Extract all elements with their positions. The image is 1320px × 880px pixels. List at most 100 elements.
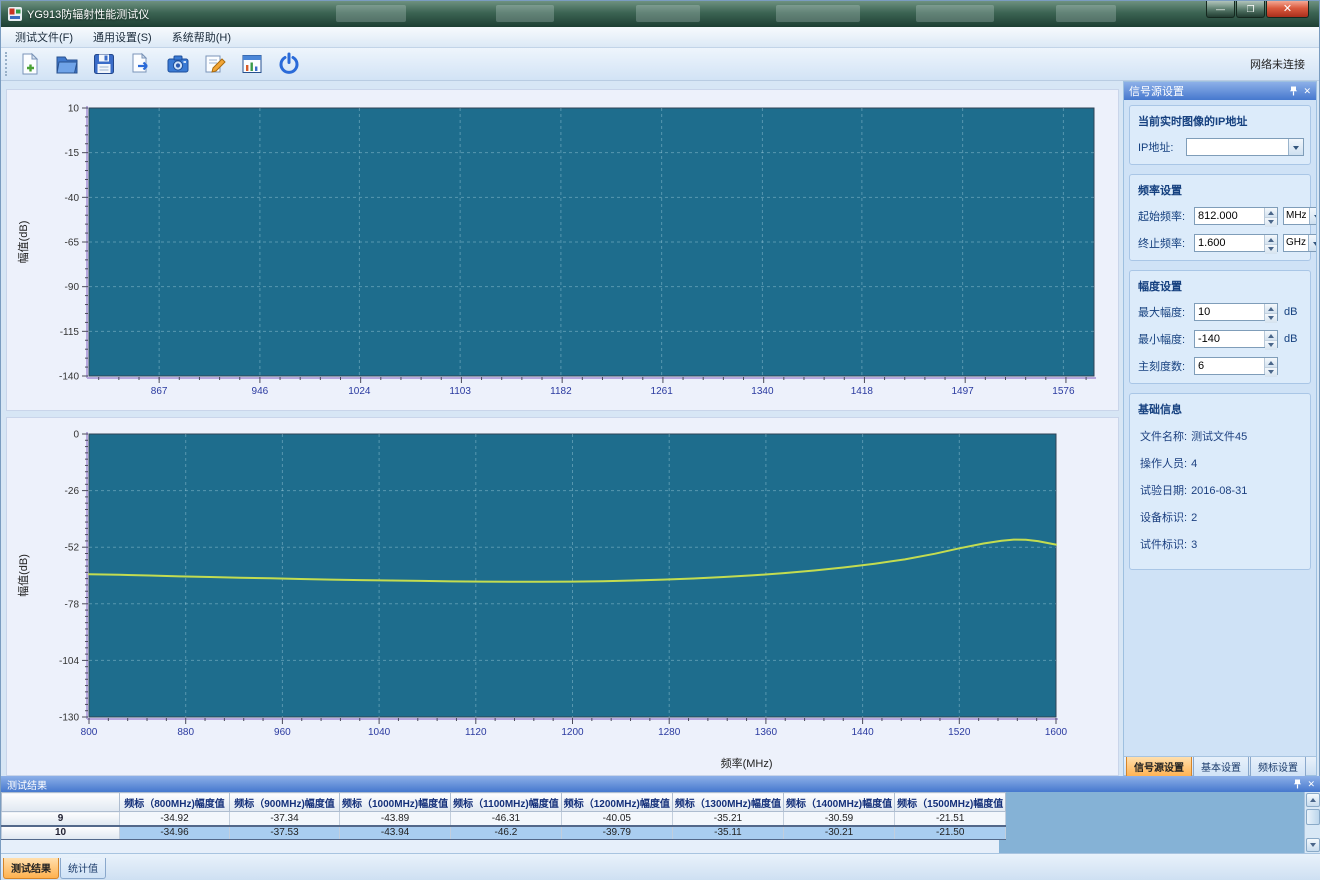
table-cell[interactable]: -46.2 <box>451 826 562 840</box>
table-cell[interactable]: -40.05 <box>561 812 672 826</box>
tab-statistics[interactable]: 统计值 <box>60 858 106 879</box>
svg-text:946: 946 <box>252 386 269 397</box>
menu-general-settings[interactable]: 通用设置(S) <box>83 26 162 48</box>
column-header[interactable]: 频标（1500MHz)幅度值 <box>895 793 1006 812</box>
tab-marker-settings[interactable]: 频标设置 <box>1250 757 1306 778</box>
toolbar: 网络未连接 <box>1 48 1319 81</box>
menu-test-file[interactable]: 测试文件(F) <box>5 26 83 48</box>
table-cell[interactable]: -34.92 <box>120 812 230 826</box>
row-number[interactable]: 9 <box>2 812 120 826</box>
start-frequency-input[interactable]: 812.000 <box>1194 207 1278 225</box>
svg-text:1280: 1280 <box>658 727 681 738</box>
results-scrollbar[interactable] <box>1304 792 1320 853</box>
table-cell[interactable]: -35.11 <box>672 826 783 840</box>
column-header[interactable]: 频标（1100MHz)幅度值 <box>451 793 562 812</box>
edit-report-button[interactable] <box>198 49 232 79</box>
frequency-group-title: 频率设置 <box>1138 182 1304 198</box>
chevron-down-icon[interactable] <box>1309 208 1316 224</box>
menu-system-help[interactable]: 系统帮助(H) <box>162 26 241 48</box>
column-header[interactable]: 频标（1000MHz)幅度值 <box>340 793 451 812</box>
maximize-button[interactable]: ❐ <box>1236 1 1265 18</box>
table-row[interactable]: 9-34.92-37.34-43.89-46.31-40.05-35.21-30… <box>2 812 1006 826</box>
pin-icon[interactable] <box>1293 779 1302 789</box>
svg-text:-90: -90 <box>65 282 80 293</box>
table-cell[interactable]: -35.21 <box>672 812 783 826</box>
ip-address-value <box>1187 139 1288 155</box>
table-cell[interactable]: -37.53 <box>230 826 340 840</box>
power-icon <box>277 52 301 76</box>
ip-address-select[interactable] <box>1186 138 1304 156</box>
column-header[interactable]: 频标（1400MHz)幅度值 <box>784 793 895 812</box>
minimize-button[interactable]: — <box>1206 1 1235 18</box>
ip-group: 当前实时图像的IP地址 IP地址: <box>1129 105 1311 165</box>
chevron-down-icon[interactable] <box>1308 235 1316 251</box>
toolbar-grip[interactable] <box>5 52 8 76</box>
spinner-buttons[interactable] <box>1264 304 1277 320</box>
close-icon[interactable]: ✕ <box>1307 779 1315 790</box>
column-header[interactable]: 频标（900MHz)幅度值 <box>230 793 340 812</box>
column-header[interactable]: 频标（800MHz)幅度值 <box>120 793 230 812</box>
spin-up-icon[interactable] <box>1265 208 1277 218</box>
spin-down-icon[interactable] <box>1265 218 1277 227</box>
stop-frequency-unit-select[interactable]: GHz <box>1283 234 1316 252</box>
report-window-button[interactable] <box>235 49 269 79</box>
spin-down-icon[interactable] <box>1265 341 1277 350</box>
results-table: 频标（800MHz)幅度值频标（900MHz)幅度值频标（1000MHz)幅度值… <box>1 792 1006 840</box>
major-ticks-input[interactable]: 6 <box>1194 357 1278 375</box>
spinner-buttons[interactable] <box>1264 358 1277 374</box>
table-cell[interactable]: -43.89 <box>340 812 451 826</box>
pin-icon[interactable] <box>1289 86 1298 96</box>
close-icon[interactable]: ✕ <box>1303 86 1311 97</box>
power-button[interactable] <box>272 49 306 79</box>
start-frequency-unit-select[interactable]: MHz <box>1283 207 1316 225</box>
spinner-buttons[interactable] <box>1264 235 1277 251</box>
close-button[interactable]: ✕ <box>1266 1 1309 18</box>
new-file-button[interactable] <box>13 49 47 79</box>
table-cell[interactable]: -21.51 <box>895 812 1006 826</box>
stop-frequency-input[interactable]: 1.600 <box>1194 234 1278 252</box>
spin-down-icon[interactable] <box>1265 314 1277 323</box>
table-cell[interactable]: -46.31 <box>451 812 562 826</box>
min-amplitude-input[interactable]: -140 <box>1194 330 1278 348</box>
stop-frequency-value: 1.600 <box>1195 235 1264 251</box>
tab-basic-settings[interactable]: 基本设置 <box>1193 757 1249 778</box>
scroll-up-icon[interactable] <box>1306 793 1320 807</box>
tab-signal-source-settings[interactable]: 信号源设置 <box>1126 757 1192 778</box>
max-amplitude-input[interactable]: 10 <box>1194 303 1278 321</box>
table-cell[interactable]: -30.21 <box>784 826 895 840</box>
titlebar-reflection <box>496 5 554 22</box>
spinner-buttons[interactable] <box>1264 208 1277 224</box>
table-cell[interactable]: -30.59 <box>784 812 895 826</box>
table-row[interactable]: 10-34.96-37.53-43.94-46.2-39.79-35.11-30… <box>2 826 1006 840</box>
table-cell[interactable]: -34.96 <box>120 826 230 840</box>
export-button[interactable] <box>124 49 158 79</box>
open-file-button[interactable] <box>50 49 84 79</box>
stop-frequency-label: 终止频率: <box>1138 235 1194 251</box>
svg-text:10: 10 <box>68 104 80 115</box>
title-bar[interactable]: YG913防辐射性能测试仪 — ❐ ✕ <box>1 1 1319 27</box>
svg-text:880: 880 <box>177 727 194 738</box>
row-number[interactable]: 10 <box>2 826 120 840</box>
spin-up-icon[interactable] <box>1265 331 1277 341</box>
basic-info-group: 基础信息 文件名称:测试文件45 操作人员:4 试验日期:2016-08-31 … <box>1129 393 1311 570</box>
screenshot-button[interactable] <box>161 49 195 79</box>
table-cell[interactable]: -39.79 <box>561 826 672 840</box>
chevron-down-icon[interactable] <box>1288 139 1303 155</box>
spin-down-icon[interactable] <box>1265 245 1277 254</box>
scroll-down-icon[interactable] <box>1306 838 1320 852</box>
spinner-buttons[interactable] <box>1264 331 1277 347</box>
specimen-id-row: 试件标识:3 <box>1140 536 1302 552</box>
table-cell[interactable]: -21.50 <box>895 826 1006 840</box>
scrollbar-thumb[interactable] <box>1306 809 1320 825</box>
spin-up-icon[interactable] <box>1265 304 1277 314</box>
table-cell[interactable]: -43.94 <box>340 826 451 840</box>
table-cell[interactable]: -37.34 <box>230 812 340 826</box>
spin-down-icon[interactable] <box>1265 368 1277 377</box>
tab-test-results[interactable]: 测试结果 <box>3 858 59 879</box>
column-header[interactable]: 频标（1200MHz)幅度值 <box>561 793 672 812</box>
spin-up-icon[interactable] <box>1265 235 1277 245</box>
column-header[interactable]: 频标（1300MHz)幅度值 <box>672 793 783 812</box>
save-button[interactable] <box>87 49 121 79</box>
spin-up-icon[interactable] <box>1265 358 1277 368</box>
table-empty-area <box>999 792 1304 853</box>
